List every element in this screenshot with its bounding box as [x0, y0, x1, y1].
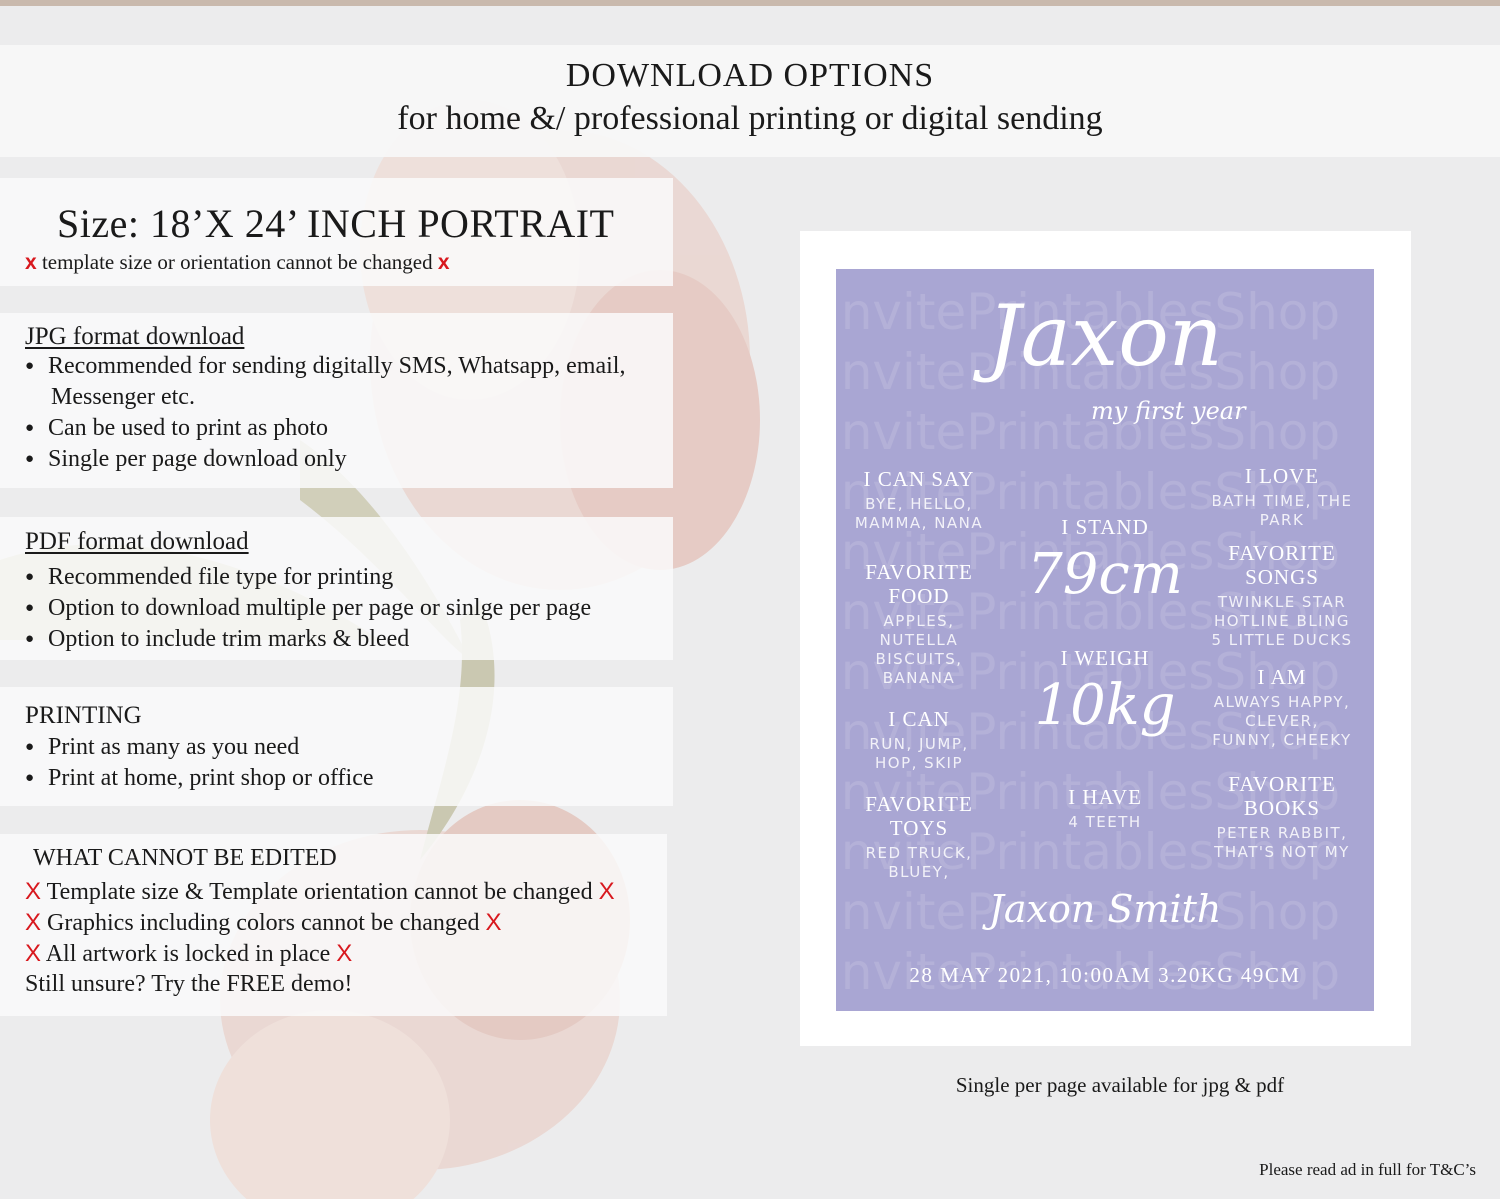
red-x-icon: X: [336, 940, 353, 967]
pdf-bullet-2: ● Option to download multiple per page or…: [25, 595, 592, 621]
printing-bullet-1: ● Print as many as you need: [25, 734, 300, 760]
i-am-block: I AM ALWAYS HAPPY, CLEVER, FUNNY, CHEEKY: [1212, 665, 1352, 749]
red-x-icon: X: [25, 909, 42, 936]
preview-caption: Single per page available for jpg & pdf: [955, 1073, 1285, 1097]
jpg-bullet-1: ● Recommended for sending digitally SMS, …: [25, 353, 626, 379]
bullet-icon: ●: [25, 770, 35, 786]
cannot-edit-title: WHAT CANNOT BE EDITED: [33, 845, 337, 871]
header-title: DOWNLOAD OPTIONS: [565, 57, 935, 94]
i-stand-block: I STAND 79cm: [1027, 515, 1183, 607]
poster-birth-details: 28 MAY 2021, 10:00AM 3.20KG 49CM: [909, 963, 1301, 987]
svg-text:InvitePrintablesShop: InvitePrintablesShop: [836, 403, 1340, 461]
header-band: DOWNLOAD OPTIONS for home &/ professiona…: [0, 45, 1500, 157]
red-x-icon: x: [25, 251, 37, 274]
i-love-block: I LOVE BATH TIME, THE PARK: [1211, 464, 1353, 529]
pdf-bullet-1: ● Recommended file type for printing: [25, 564, 394, 590]
header-subtitle: for home &/ professional printing or dig…: [397, 100, 1103, 137]
i-can-say-block: I CAN SAY BYE, HELLO, MAMMA, NANA: [854, 467, 984, 532]
printing-title: PRINTING: [25, 702, 142, 729]
red-x-icon: X: [598, 878, 615, 905]
size-note-text: template size or orientation cannot be c…: [41, 250, 433, 274]
favorite-toys-block: FAVORITE TOYS RED TRUCK, BLUEY,: [865, 792, 973, 881]
poster-subtitle: my first year: [1091, 397, 1246, 425]
bullet-icon: ●: [25, 420, 35, 436]
jpg-bullet-3: ● Single per page download only: [25, 446, 347, 472]
printing-panel: PRINTING ● Print as many as you need ● Pri…: [0, 687, 673, 806]
poster-signature: Jaxon Smith: [988, 887, 1222, 931]
red-x-icon: X: [25, 940, 42, 967]
bullet-icon: ●: [25, 631, 35, 647]
free-demo-line: Still unsure? Try the FREE demo!: [25, 971, 353, 997]
favorite-books-block: FAVORITE BOOKS PETER RABBIT, THAT'S NOT …: [1214, 772, 1350, 861]
bullet-icon: ●: [25, 600, 35, 616]
jpg-bullet-1-cont: Messenger etc.: [51, 384, 195, 410]
bullet-icon: ●: [25, 358, 35, 374]
bullet-icon: ●: [25, 451, 35, 467]
size-title: Size: 18’X 24’ INCH PORTRAIT: [57, 201, 615, 246]
red-x-icon: x: [437, 251, 450, 274]
pdf-bullet-3: ● Option to include trim marks & bleed: [25, 626, 410, 652]
size-panel: Size: 18’X 24’ INCH PORTRAIT x template …: [0, 178, 673, 286]
jpg-title: JPG format download: [25, 323, 245, 350]
size-note: x template size or orientation cannot be…: [25, 250, 450, 275]
i-weigh-block: I WEIGH 10kg: [1034, 646, 1176, 738]
poster-name: Jaxon: [987, 287, 1223, 385]
pdf-format-panel: PDF format download ● Recommended file ty…: [0, 517, 673, 660]
i-have-block: I HAVE 4 TEETH: [1068, 785, 1142, 831]
pdf-title: PDF format download: [25, 528, 249, 555]
terms-note: Please read ad in full for T&C’s: [1259, 1160, 1476, 1179]
red-x-icon: X: [485, 909, 502, 936]
poster-preview: InvitePrintablesShop InvitePrintablesSho…: [836, 269, 1374, 1011]
cannot-edit-line-1: X Template size & Template orientation c…: [25, 878, 615, 905]
bullet-icon: ●: [25, 569, 35, 585]
i-can-block: I CAN RUN, JUMP, HOP, SKIP: [869, 707, 969, 772]
favorite-food-block: FAVORITE FOOD APPLES, NUTELLA BISCUITS, …: [865, 560, 973, 687]
jpg-bullet-2: ● Can be used to print as photo: [25, 415, 328, 441]
favorite-songs-block: FAVORITE SONGS TWINKLE STAR HOTLINE BLIN…: [1211, 541, 1353, 649]
bullet-icon: ●: [25, 739, 35, 755]
printing-bullet-2: ● Print at home, print shop or office: [25, 765, 374, 791]
red-x-icon: X: [25, 878, 42, 905]
cannot-edit-line-2: X Graphics including colors cannot be ch…: [25, 909, 502, 936]
jpg-format-panel: JPG format download ● Recommended for sen…: [0, 313, 673, 488]
cannot-edit-panel: WHAT CANNOT BE EDITED X Template size & …: [0, 834, 667, 1016]
cannot-edit-line-3: X All artwork is locked in place X: [25, 940, 353, 967]
